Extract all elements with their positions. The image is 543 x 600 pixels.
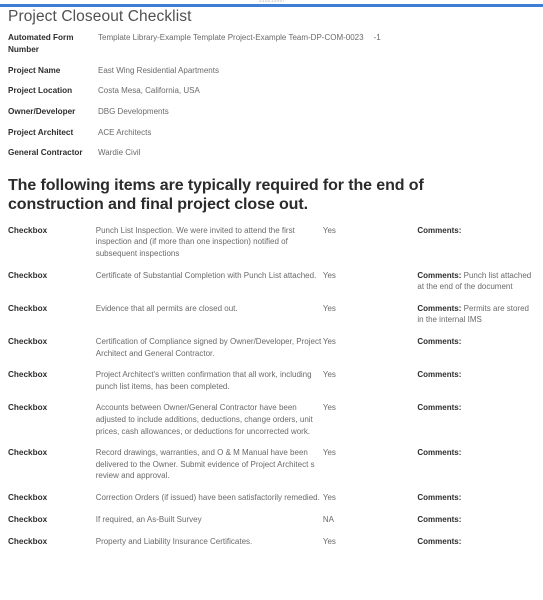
checklist-comments-cell: Comments: xyxy=(417,225,535,270)
checklist-status-value: NA xyxy=(322,514,334,524)
checklist-comments-cell: Comments: xyxy=(417,336,535,369)
checklist-table-body: Checkbox Punch List Inspection. We were i… xyxy=(8,225,535,558)
metadata-value-text: Wardie Civil xyxy=(98,148,141,158)
metadata-row: Project Architect ACE Architects xyxy=(8,127,535,148)
checklist-status-value: Yes xyxy=(322,303,336,313)
metadata-label: Project Architect xyxy=(8,127,74,137)
checklist-row: Checkbox Record drawings, warranties, and… xyxy=(8,447,535,492)
checklist-status-value: Yes xyxy=(322,270,336,280)
checklist-item-text: If required, an As-Built Survey xyxy=(95,514,202,524)
checklist-status-value: Yes xyxy=(322,370,336,380)
checklist-row: Checkbox Evidence that all permits are cl… xyxy=(8,303,535,336)
checklist-row: Checkbox Accounts between Owner/General C… xyxy=(8,402,535,447)
checkbox-field-label[interactable]: Checkbox xyxy=(8,270,96,303)
checklist-status-value: Yes xyxy=(322,225,336,235)
checklist-row: Checkbox Property and Liability Insurance… xyxy=(8,536,535,558)
checklist-item-text: Correction Orders (if issued) have been … xyxy=(95,492,320,502)
metadata-value: Wardie Civil xyxy=(98,147,535,168)
checklist-comments-cell: Comments: xyxy=(417,492,535,514)
metadata-value-suffix: -1 xyxy=(373,33,381,43)
metadata-table-body: Automated Form Number Template Library-Ex… xyxy=(8,32,535,167)
metadata-value: DBG Developments xyxy=(98,106,535,127)
checklist-comments-cell: Comments: xyxy=(417,447,535,492)
checklist-item-text: Accounts between Owner/General Contracto… xyxy=(95,403,313,436)
metadata-table: Automated Form Number Template Library-Ex… xyxy=(8,32,535,167)
comments-label: Comments: xyxy=(417,225,462,235)
checklist-status-value: Yes xyxy=(322,448,336,458)
comments-label: Comments: xyxy=(417,403,462,413)
checkbox-field-label[interactable]: Checkbox xyxy=(8,225,96,270)
checklist-item-text: Certification of Compliance signed by Ow… xyxy=(95,337,322,358)
checklist-row: Checkbox Project Architect's written conf… xyxy=(8,369,535,402)
checklist-status-value: Yes xyxy=(322,403,336,413)
document-page: 9182199m Project Closeout Checklist Auto… xyxy=(0,0,543,600)
checkbox-field-label[interactable]: Checkbox xyxy=(8,303,96,336)
comments-label: Comments: xyxy=(417,514,462,524)
checklist-comments-cell: Comments: xyxy=(417,536,535,558)
metadata-value: ACE Architects xyxy=(98,127,535,148)
metadata-label: General Contractor xyxy=(8,148,83,158)
metadata-row: Owner/Developer DBG Developments xyxy=(8,106,535,127)
checklist-comments-cell: Comments: xyxy=(417,514,535,536)
checklist-comments-cell: Comments: xyxy=(417,402,535,447)
checklist-row: Checkbox Certificate of Substantial Compl… xyxy=(8,270,535,303)
metadata-row: Project Location Costa Mesa, California, … xyxy=(8,85,535,106)
comments-label: Comments: xyxy=(417,536,462,546)
section-heading: The following items are typically requir… xyxy=(8,176,424,214)
document-content: Project Closeout Checklist Automated For… xyxy=(0,7,543,558)
metadata-value-text: Costa Mesa, California, USA xyxy=(98,86,200,96)
metadata-row: Project Name East Wing Residential Apartm… xyxy=(8,65,535,86)
checklist-item-text: Evidence that all permits are closed out… xyxy=(95,303,238,313)
checklist-comments-cell: Comments: xyxy=(417,369,535,402)
checklist-table: Checkbox Punch List Inspection. We were i… xyxy=(8,225,535,558)
metadata-value: Costa Mesa, California, USA xyxy=(98,85,535,106)
comments-label: Comments: xyxy=(417,448,462,458)
checkbox-field-label[interactable]: Checkbox xyxy=(8,514,96,536)
metadata-value-text: DBG Developments xyxy=(98,106,169,116)
metadata-label: Project Location xyxy=(8,86,73,96)
comments-label: Comments: xyxy=(417,492,462,502)
metadata-label: Project Name xyxy=(8,65,61,75)
checkbox-field-label[interactable]: Checkbox xyxy=(8,536,96,558)
checkbox-field-label[interactable]: Checkbox xyxy=(8,447,96,492)
checklist-status-value: Yes xyxy=(322,492,336,502)
checklist-item-text: Project Architect's written confirmation… xyxy=(95,370,312,391)
checkbox-field-label[interactable]: Checkbox xyxy=(8,336,96,369)
page-header-faint-text: 9182199m xyxy=(258,0,285,3)
metadata-row: General Contractor Wardie Civil xyxy=(8,147,535,168)
metadata-value: East Wing Residential Apartments xyxy=(98,65,535,86)
checkbox-field-label[interactable]: Checkbox xyxy=(8,492,96,514)
checklist-row: Checkbox Punch List Inspection. We were i… xyxy=(8,225,535,270)
checklist-comments-cell: Comments: Punch list attached at the end… xyxy=(417,270,535,303)
comments-label: Comments: xyxy=(417,303,462,313)
checklist-status-value: Yes xyxy=(322,337,336,347)
checklist-item-text: Property and Liability Insurance Certifi… xyxy=(95,536,253,546)
checklist-comments-cell: Comments: Permits are stored in the inte… xyxy=(417,303,535,336)
comments-label: Comments: xyxy=(417,337,462,347)
metadata-value-text: ACE Architects xyxy=(98,127,152,137)
metadata-value-text: East Wing Residential Apartments xyxy=(98,65,219,75)
checklist-row: Checkbox If required, an As-Built Survey N… xyxy=(8,514,535,536)
comments-label: Comments: xyxy=(417,270,462,280)
metadata-value: Template Library-Example Template Projec… xyxy=(98,32,535,64)
checklist-status-value: Yes xyxy=(322,536,336,546)
metadata-label: Automated Form Number xyxy=(8,33,74,54)
checklist-row: Checkbox Certification of Compliance sign… xyxy=(8,336,535,369)
metadata-value-text: Template Library-Example Template Projec… xyxy=(98,33,364,43)
page-title: Project Closeout Checklist xyxy=(8,8,192,25)
metadata-label: Owner/Developer xyxy=(8,106,76,116)
metadata-row: Automated Form Number Template Library-Ex… xyxy=(8,32,535,64)
checklist-item-text: Punch List Inspection. We were invited t… xyxy=(95,225,295,259)
checkbox-field-label[interactable]: Checkbox xyxy=(8,402,96,447)
checkbox-field-label[interactable]: Checkbox xyxy=(8,369,96,402)
checklist-row: Checkbox Correction Orders (if issued) ha… xyxy=(8,492,535,514)
checklist-item-text: Record drawings, warranties, and O & M M… xyxy=(95,448,315,481)
checklist-item-text: Certificate of Substantial Completion wi… xyxy=(95,270,317,280)
comments-label: Comments: xyxy=(417,370,462,380)
